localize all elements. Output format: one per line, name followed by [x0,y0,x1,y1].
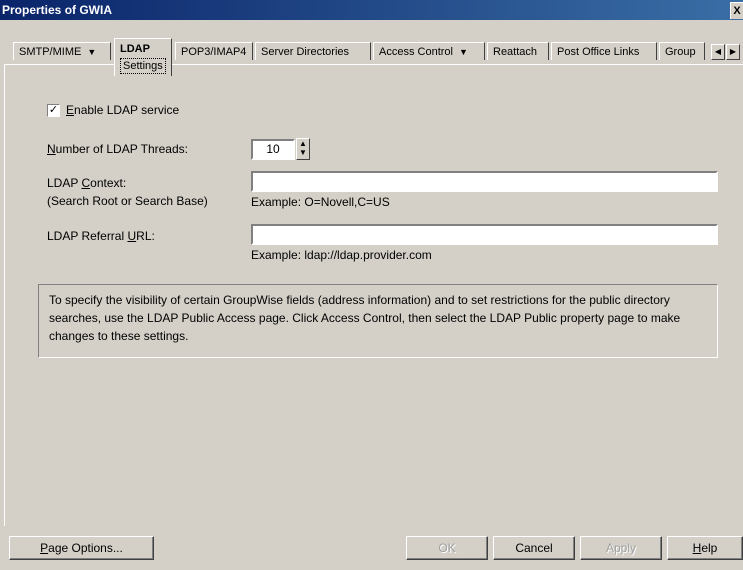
chevron-down-icon: ▼ [458,47,468,57]
page-options-button[interactable]: Page Options... [9,536,154,560]
mnemonic: C [81,176,91,190]
tab-server-directories[interactable]: Server Directories [255,42,371,60]
chevron-down-icon: ▼ [87,47,97,57]
tab-label: LDAP [120,43,150,55]
spin-down-icon[interactable]: ▼ [297,148,309,157]
title-bar: Properties of GWIA X [0,0,743,20]
label-text: LDAP Referral [47,229,128,243]
tab-label: Group [665,46,696,58]
tab-scroll-right-button[interactable]: ▶ [726,44,740,60]
context-example: Example: O=Novell,C=US [251,195,390,209]
tab-reattach[interactable]: Reattach [487,42,549,60]
close-button[interactable]: X [730,2,743,19]
mnemonic: U [127,229,137,243]
mnemonic: N [47,142,56,156]
tab-post-office-links[interactable]: Post Office Links [551,42,657,60]
tab-label: Server Directories [261,46,350,58]
button-label: age Options... [48,541,123,555]
tab-access-control[interactable]: Access Control ▼ [373,42,485,60]
tab-smtp-mime[interactable]: SMTP/MIME ▼ [13,42,111,60]
info-note: To specify the visibility of certain Gro… [38,284,718,358]
threads-label: Number of LDAP Threads: [47,142,188,156]
tab-label: POP3/IMAP4 [181,46,247,58]
mnemonic: E [66,103,75,117]
tab-pop3-imap4[interactable]: POP3/IMAP4 [175,42,253,60]
label-text: LDAP [47,176,82,190]
tab-group[interactable]: Group [659,42,705,60]
referral-example: Example: ldap://ldap.provider.com [251,248,432,262]
label-text: RL: [136,229,155,243]
cancel-button[interactable]: Cancel [493,536,575,560]
ok-button[interactable]: OK [406,536,488,560]
label-text: ontext: [90,176,127,190]
context-label: LDAP Context: [47,176,126,190]
ldap-context-input[interactable] [251,171,718,192]
label-text: nable LDAP service [74,103,180,117]
tab-sublabel: Settings [120,58,166,74]
button-bar: Page Options... OK Cancel Apply Help [0,536,743,570]
tab-strip: SMTP/MIME ▼ LDAP Settings POP3/IMAP4 Serv… [0,38,743,76]
ldap-referral-url-input[interactable] [251,224,718,245]
enable-ldap-label[interactable]: Enable LDAP service [66,103,179,117]
tab-scroll-left-button[interactable]: ◀ [711,44,725,60]
label-text: umber of LDAP Threads: [55,142,188,156]
context-sublabel: (Search Root or Search Base) [47,194,208,208]
referral-url-label: LDAP Referral URL: [47,229,155,243]
tab-label: Reattach [493,46,538,58]
mnemonic: P [40,541,49,555]
tab-label: Post Office Links [557,46,640,58]
apply-button[interactable]: Apply [580,536,662,560]
spin-up-icon[interactable]: ▲ [297,139,309,148]
button-label: elp [701,541,718,555]
tab-ldap-settings[interactable]: LDAP Settings [114,38,172,76]
window-title: Properties of GWIA [2,3,113,17]
help-button[interactable]: Help [667,536,743,560]
enable-ldap-checkbox[interactable]: ✓ [47,104,60,117]
threads-input[interactable]: 10 [251,139,295,160]
threads-spinner[interactable]: ▲ ▼ [296,138,310,160]
tab-label: Access Control [379,46,453,58]
tab-label: SMTP/MIME [19,46,82,58]
